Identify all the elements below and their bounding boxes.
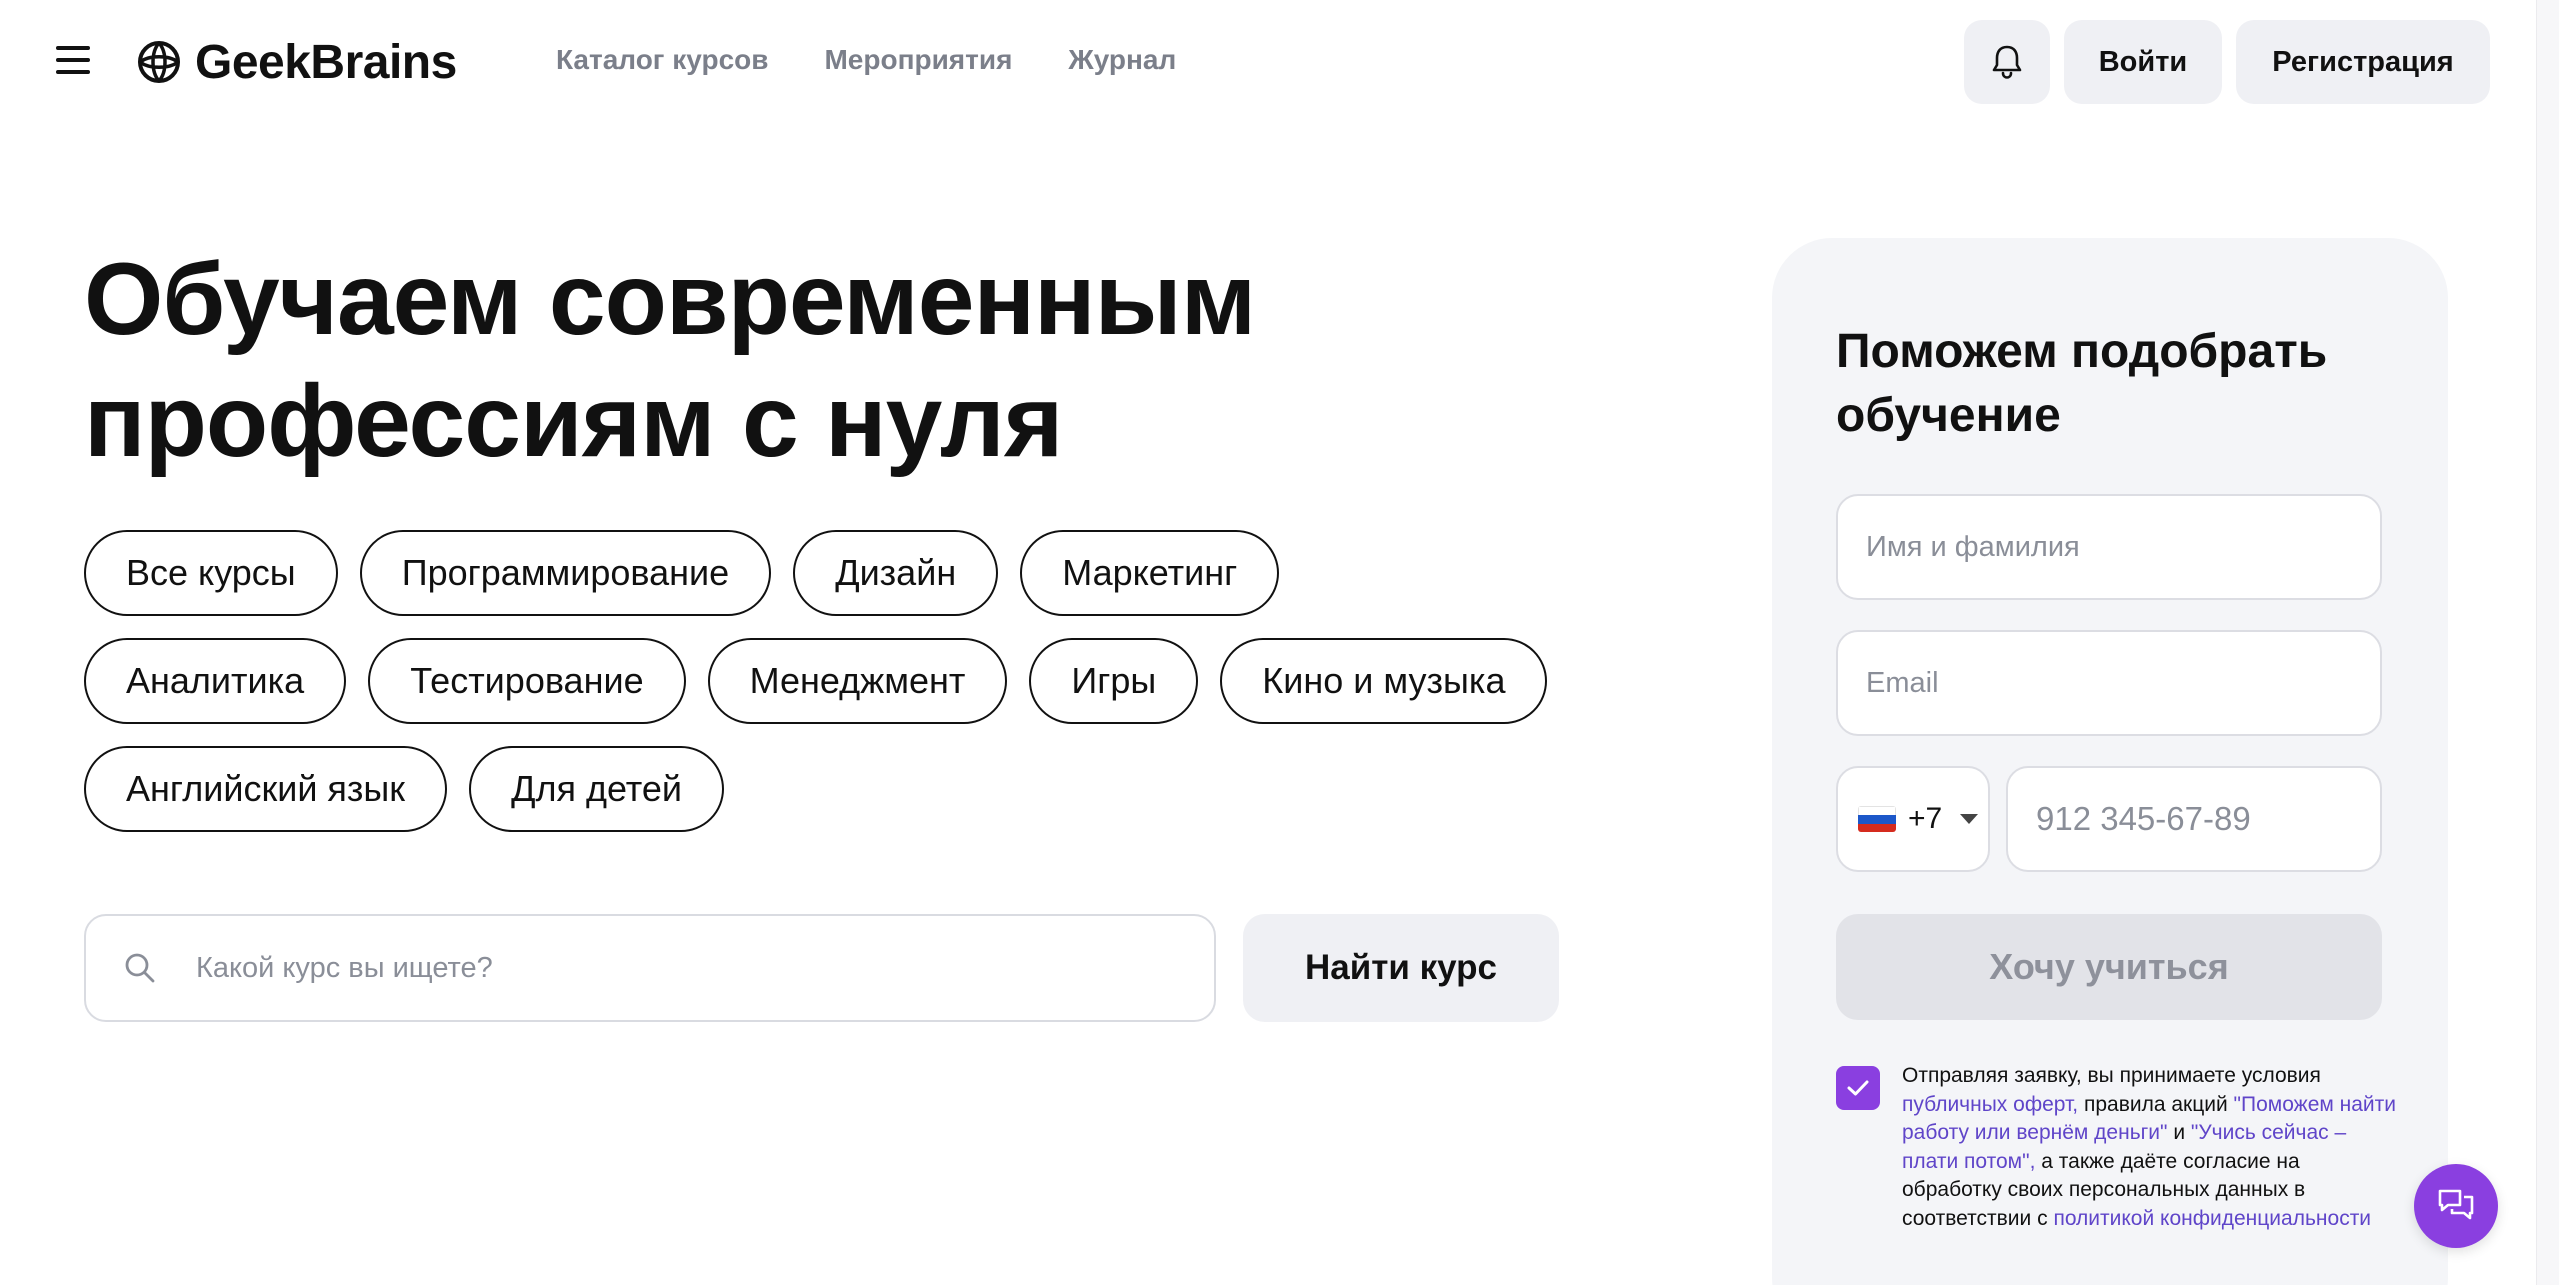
consent-text-2: правила акций	[2078, 1092, 2234, 1116]
menu-icon[interactable]	[56, 46, 90, 74]
tag-marketing[interactable]: Маркетинг	[1020, 530, 1280, 616]
tag-all-courses[interactable]: Все курсы	[84, 530, 338, 616]
tag-analytics[interactable]: Аналитика	[84, 638, 347, 724]
tag-design[interactable]: Дизайн	[793, 530, 999, 616]
main-nav: Каталог курсов Мероприятия Журнал	[556, 42, 1176, 78]
consent-text: Отправляя заявку, вы принимаете условия …	[1902, 1062, 2396, 1233]
bell-icon	[1992, 45, 2022, 79]
nav-events[interactable]: Мероприятия	[824, 42, 1012, 78]
phone-field	[2006, 766, 2382, 872]
chat-icon	[2438, 1189, 2474, 1220]
phone-input[interactable]	[2008, 800, 2380, 838]
course-search	[84, 914, 1216, 1022]
notifications-button[interactable]	[1964, 20, 2050, 104]
consent-block: Отправляя заявку, вы принимаете условия …	[1836, 1062, 2396, 1233]
form-title: Поможем подобрать обучение	[1836, 325, 2328, 442]
search-input[interactable]	[196, 951, 1156, 985]
name-field	[1836, 494, 2382, 600]
consent-checkbox[interactable]	[1836, 1066, 1880, 1110]
tag-row: Английский язык Для детей	[84, 746, 1584, 832]
register-button[interactable]: Регистрация	[2236, 20, 2490, 104]
tag-programming[interactable]: Программирование	[359, 530, 772, 616]
chevron-down-icon	[1960, 814, 1979, 824]
login-button[interactable]: Войти	[2064, 20, 2222, 104]
hero-title-line2: профессиям с нуля	[84, 364, 1063, 478]
geekbrains-logo-icon	[138, 41, 180, 83]
lead-form-card: Поможем подобрать обучение +7 Хочу учить…	[1772, 238, 2448, 1285]
phone-code-value: +7	[1908, 802, 1943, 835]
tag-row: Аналитика Тестирование Менеджмент Игры К…	[84, 638, 1584, 724]
chat-button[interactable]	[2414, 1164, 2498, 1248]
check-icon	[1847, 1080, 1869, 1096]
page-scrollbar[interactable]	[2536, 0, 2559, 1285]
nav-journal[interactable]: Журнал	[1068, 42, 1176, 78]
logo[interactable]: GeekBrains	[137, 36, 457, 89]
email-input[interactable]	[1838, 666, 2380, 700]
hero-title-line1: Обучаем современным	[84, 242, 1256, 356]
name-input[interactable]	[1838, 530, 2380, 564]
find-course-button[interactable]: Найти курс	[1243, 914, 1559, 1022]
tag-film-music[interactable]: Кино и музыка	[1220, 638, 1548, 724]
phone-country-select[interactable]: +7	[1836, 766, 1990, 872]
search-icon	[125, 953, 155, 983]
submit-button[interactable]: Хочу учиться	[1836, 914, 2382, 1020]
tag-games[interactable]: Игры	[1029, 638, 1199, 724]
privacy-policy-link[interactable]: политикой конфиденциальности	[2053, 1207, 2371, 1230]
email-field	[1836, 630, 2382, 736]
hero-title: Обучаем современным профессиям с нуля	[84, 238, 1484, 482]
tag-kids[interactable]: Для детей	[469, 746, 724, 832]
category-tags: Все курсы Программирование Дизайн Маркет…	[84, 530, 1584, 854]
public-offer-link[interactable]: публичных оферт,	[1902, 1093, 2078, 1116]
tag-row: Все курсы Программирование Дизайн Маркет…	[84, 530, 1584, 616]
russia-flag-icon	[1858, 806, 1896, 832]
nav-catalog[interactable]: Каталог курсов	[556, 42, 768, 78]
tag-testing[interactable]: Тестирование	[368, 638, 686, 724]
tag-english[interactable]: Английский язык	[84, 746, 448, 832]
logo-text: GeekBrains	[195, 35, 457, 89]
tag-management[interactable]: Менеджмент	[707, 638, 1008, 724]
header: GeekBrains Каталог курсов Мероприятия Жу…	[0, 0, 2559, 124]
consent-text-1: Отправляя заявку, вы принимаете условия	[1902, 1064, 2321, 1087]
consent-text-3: и	[2167, 1121, 2191, 1144]
